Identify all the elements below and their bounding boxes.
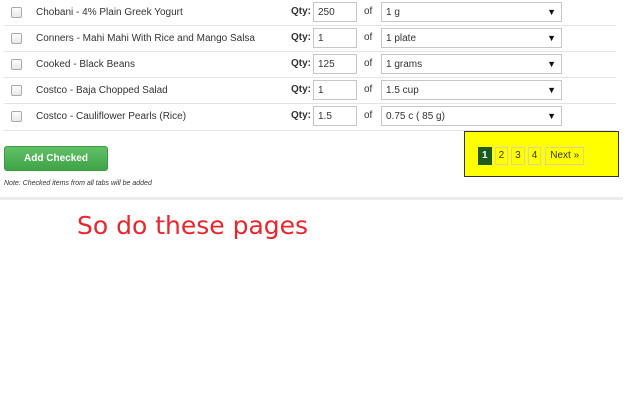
row-checkbox[interactable] — [11, 7, 22, 18]
qty-label: Qty: — [291, 6, 311, 17]
unit-select-value: 1 grams — [386, 59, 423, 70]
qty-input[interactable] — [313, 54, 357, 74]
row-checkbox[interactable] — [11, 33, 22, 44]
caret-down-icon: ▼ — [547, 85, 556, 95]
food-name: Costco - Cauliflower Pearls (Rice) — [36, 111, 187, 122]
food-name: Cooked - Black Beans — [36, 59, 135, 70]
food-name: Chobani - 4% Plain Greek Yogurt — [36, 7, 183, 18]
row-checkbox[interactable] — [11, 59, 22, 70]
page-link-2[interactable]: 2 — [494, 147, 509, 165]
caret-down-icon: ▼ — [547, 33, 556, 43]
food-row: Costco - Cauliflower Pearls (Rice) Qty: … — [4, 104, 616, 130]
caret-down-icon: ▼ — [547, 7, 556, 17]
qty-input[interactable] — [313, 28, 357, 48]
food-name: Costco - Baja Chopped Salad — [36, 85, 168, 96]
page-link-1[interactable]: 1 — [478, 147, 492, 165]
food-row: Costco - Baja Chopped Salad Qty: of 1.5 … — [4, 78, 616, 104]
unit-select[interactable]: 1.5 cup ▼ — [381, 80, 562, 100]
qty-label: Qty: — [291, 110, 311, 121]
food-entry-panel: Chobani - 4% Plain Greek Yogurt Qty: of … — [0, 0, 640, 400]
qty-label: Qty: — [291, 84, 311, 95]
row-checkbox[interactable] — [11, 85, 22, 96]
annotation-text: So do these pages — [77, 211, 309, 240]
pagination: 1 2 3 4 Next » — [478, 147, 585, 165]
page-link-4[interactable]: 4 — [527, 147, 542, 165]
food-row: Chobani - 4% Plain Greek Yogurt Qty: of … — [4, 0, 616, 26]
unit-select-value: 0.75 c ( 85 g) — [386, 111, 445, 122]
unit-select-value: 1.5 cup — [386, 85, 419, 96]
section-divider — [0, 197, 623, 200]
food-list: Chobani - 4% Plain Greek Yogurt Qty: of … — [4, 0, 616, 131]
food-name: Conners - Mahi Mahi With Rice and Mango … — [36, 33, 255, 44]
page-link-3[interactable]: 3 — [511, 147, 525, 165]
qty-label: Qty: — [291, 32, 311, 43]
of-label: of — [364, 58, 373, 69]
unit-select[interactable]: 1 plate ▼ — [381, 28, 562, 48]
qty-input[interactable] — [313, 2, 357, 22]
food-row: Cooked - Black Beans Qty: of 1 grams ▼ — [4, 52, 616, 78]
add-checked-button[interactable]: Add Checked — [4, 146, 108, 171]
next-page-link[interactable]: Next » — [545, 147, 585, 165]
caret-down-icon: ▼ — [547, 59, 556, 69]
of-label: of — [364, 6, 373, 17]
unit-select[interactable]: 0.75 c ( 85 g) ▼ — [381, 106, 562, 126]
row-checkbox[interactable] — [11, 111, 22, 122]
qty-label: Qty: — [291, 58, 311, 69]
qty-input[interactable] — [313, 80, 357, 100]
unit-select[interactable]: 1 grams ▼ — [381, 54, 562, 74]
of-label: of — [364, 84, 373, 95]
unit-select-value: 1 g — [386, 7, 400, 18]
of-label: of — [364, 110, 373, 121]
caret-down-icon: ▼ — [547, 111, 556, 121]
qty-input[interactable] — [313, 106, 357, 126]
unit-select[interactable]: 1 g ▼ — [381, 2, 562, 22]
add-checked-note: Note: Checked items from all tabs will b… — [4, 180, 152, 187]
of-label: of — [364, 32, 373, 43]
unit-select-value: 1 plate — [386, 33, 417, 44]
food-row: Conners - Mahi Mahi With Rice and Mango … — [4, 26, 616, 52]
